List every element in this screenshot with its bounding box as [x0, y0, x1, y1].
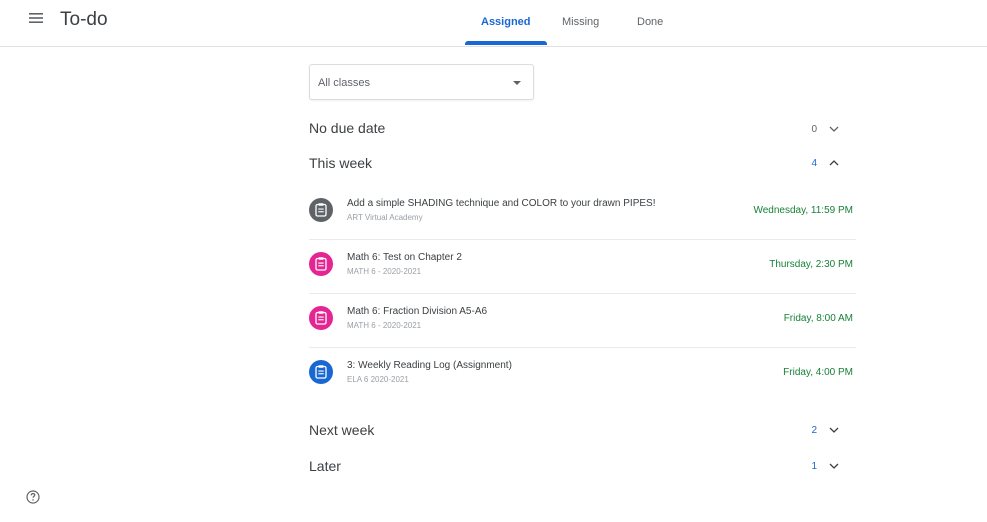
- help-icon[interactable]: [26, 490, 40, 504]
- chevron-down-icon[interactable]: [829, 425, 839, 435]
- assignment-icon: [309, 198, 333, 222]
- tab-done[interactable]: Done: [637, 16, 663, 28]
- assignment-title: Math 6: Test on Chapter 2: [347, 252, 462, 263]
- class-filter-select[interactable]: All classes: [309, 64, 534, 100]
- assignment-icon: [309, 360, 333, 384]
- assignment-title: Math 6: Fraction Division A5-A6: [347, 306, 488, 317]
- chevron-down-icon[interactable]: [829, 124, 839, 134]
- section-count: 1: [811, 461, 817, 472]
- assignment-item[interactable]: Math 6: Fraction Division A5-A6 MATH 6 -…: [303, 294, 856, 348]
- section-count: 2: [811, 425, 817, 436]
- assignment-title: Add a simple SHADING technique and COLOR…: [347, 198, 656, 209]
- menu-icon[interactable]: [29, 12, 51, 32]
- chevron-up-icon[interactable]: [829, 158, 839, 168]
- tab-missing[interactable]: Missing: [562, 16, 599, 28]
- assignment-icon: [309, 252, 333, 276]
- assignment-item[interactable]: Math 6: Test on Chapter 2 MATH 6 - 2020-…: [303, 240, 856, 294]
- assignment-due: Thursday, 2:30 PM: [769, 259, 853, 270]
- section-count: 4: [811, 158, 817, 169]
- assignment-due: Friday, 8:00 AM: [783, 313, 853, 324]
- assignment-item[interactable]: 3: Weekly Reading Log (Assignment) ELA 6…: [303, 348, 856, 402]
- assignment-class: ELA 6 2020-2021: [347, 375, 409, 384]
- assignment-title: 3: Weekly Reading Log (Assignment): [347, 360, 512, 371]
- tab-assigned[interactable]: Assigned: [481, 16, 531, 28]
- assignment-class: ART Virtual Academy: [347, 213, 423, 222]
- assignment-due: Wednesday, 11:59 PM: [753, 205, 853, 216]
- section-count: 0: [811, 124, 817, 135]
- assignment-class: MATH 6 - 2020-2021: [347, 267, 422, 276]
- chevron-down-icon[interactable]: [829, 461, 839, 471]
- section-this-week[interactable]: This week: [309, 155, 372, 171]
- dropdown-arrow-icon: [513, 81, 521, 85]
- section-no-due-date[interactable]: No due date: [309, 120, 385, 136]
- assignment-icon: [309, 306, 333, 330]
- active-tab-indicator: [465, 41, 547, 45]
- class-filter-value: All classes: [318, 77, 370, 89]
- assignment-due: Friday, 4:00 PM: [783, 367, 853, 378]
- section-later[interactable]: Later: [309, 458, 341, 474]
- assignment-class: MATH 6 - 2020-2021: [347, 321, 422, 330]
- section-next-week[interactable]: Next week: [309, 422, 374, 438]
- page-title: To-do: [60, 9, 108, 30]
- assignment-item[interactable]: Add a simple SHADING technique and COLOR…: [303, 186, 856, 240]
